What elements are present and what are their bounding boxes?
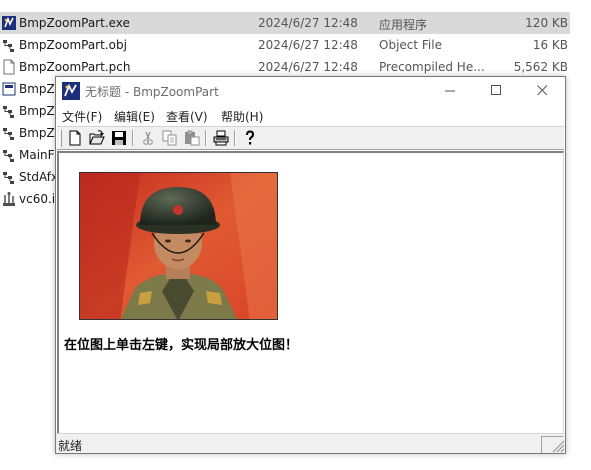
file-size: 16 KB <box>532 38 568 52</box>
close-button[interactable] <box>519 77 565 104</box>
new-button[interactable] <box>66 129 84 147</box>
file-size: 120 KB <box>525 16 568 30</box>
menu-help[interactable]: 帮助(H) <box>221 108 263 125</box>
cut-button[interactable] <box>139 129 157 147</box>
file-name: BmpZoomPart.obj <box>19 38 127 52</box>
resize-grip-icon[interactable] <box>551 439 565 453</box>
toolbar-separator <box>234 130 236 146</box>
help-question-icon <box>246 130 255 145</box>
close-icon <box>537 85 548 96</box>
menu-view[interactable]: 查看(V) <box>166 108 208 125</box>
minimize-icon <box>445 90 455 92</box>
file-row-pch[interactable]: BmpZoomPart.pch 2024/6/27 12:48 Precompi… <box>0 56 570 78</box>
menu-edit[interactable]: 编辑(E) <box>114 108 155 125</box>
maximize-icon <box>491 85 501 95</box>
window-titlebar[interactable]: 无标题 - BmpZoomPart <box>56 77 565 104</box>
status-bar: 就绪 <box>56 433 565 453</box>
open-button[interactable] <box>88 129 106 147</box>
toolbar-separator <box>205 130 207 146</box>
soldier-bitmap-image[interactable] <box>79 172 278 320</box>
app-icon[interactable] <box>62 82 80 100</box>
file-type: 应用程序 <box>379 18 428 32</box>
file-date: 2024/6/27 12:48 <box>258 60 358 74</box>
bmp-zoom-part-window: 无标题 - BmpZoomPart 文件(F) 编辑(E) 查看(V) 帮助(H… <box>55 76 566 454</box>
file-row-exe[interactable]: BmpZoomPart.exe 2024/6/27 12:48 应用程序 120… <box>0 12 570 34</box>
new-doc-icon <box>69 130 81 146</box>
paste-icon <box>185 130 200 146</box>
status-text: 就绪 <box>58 439 83 453</box>
window-title: 无标题 - BmpZoomPart <box>85 85 219 99</box>
obj-file-icon <box>1 37 17 53</box>
file-date: 2024/6/27 12:48 <box>258 16 358 30</box>
print-button[interactable] <box>212 129 230 147</box>
file-name: BmpZoomPart.pch <box>19 60 131 74</box>
toolbar <box>57 126 564 150</box>
menu-bar: 文件(F) 编辑(E) 查看(V) 帮助(H) <box>56 104 565 126</box>
paste-button[interactable] <box>183 129 201 147</box>
open-folder-icon <box>89 130 105 145</box>
toolbar-separator <box>132 130 134 146</box>
file-type: Precompiled He... <box>379 60 485 74</box>
toolbar-grip[interactable] <box>59 130 62 147</box>
file-type: Object File <box>379 38 442 52</box>
obj-file-icon <box>1 125 17 141</box>
pch-file-icon <box>1 59 17 75</box>
obj-file-icon <box>1 81 17 97</box>
exe-app-icon <box>1 15 17 31</box>
help-button[interactable] <box>241 129 259 147</box>
minimize-button[interactable] <box>427 77 473 104</box>
maximize-button[interactable] <box>473 77 519 104</box>
obj-file-icon <box>1 169 17 185</box>
save-disk-icon <box>112 131 126 145</box>
obj-file-icon <box>1 103 17 119</box>
idb-file-icon <box>1 191 17 207</box>
file-row-obj[interactable]: BmpZoomPart.obj 2024/6/27 12:48 Object F… <box>0 34 570 56</box>
file-size: 5,562 KB <box>513 60 568 74</box>
file-date: 2024/6/27 12:48 <box>258 38 358 52</box>
file-name: StdAfx <box>19 170 59 184</box>
file-name: MainF <box>19 148 55 162</box>
copy-icon <box>162 130 177 146</box>
file-name: BmpZoomPart.exe <box>19 16 130 30</box>
copy-button[interactable] <box>161 129 179 147</box>
menu-file[interactable]: 文件(F) <box>62 108 102 125</box>
view-client-area[interactable]: 在位图上单击左键，实现局部放大位图！ <box>57 151 564 433</box>
save-button[interactable] <box>110 129 128 147</box>
instruction-caption: 在位图上单击左键，实现局部放大位图！ <box>64 338 299 353</box>
print-icon <box>213 130 229 146</box>
obj-file-icon <box>1 147 17 163</box>
cut-scissors-icon <box>143 131 153 145</box>
